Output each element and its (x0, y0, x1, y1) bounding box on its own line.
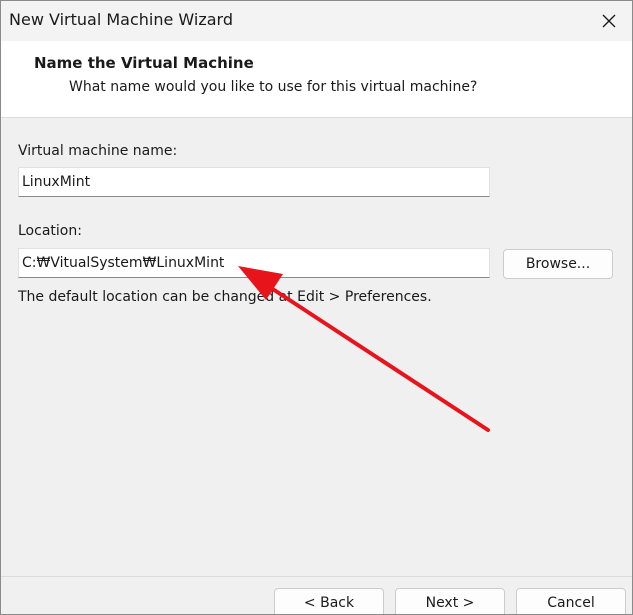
page-subtitle: What name would you like to use for this… (69, 79, 478, 95)
vm-name-input[interactable]: LinuxMint (18, 167, 490, 197)
title-bar: New Virtual Machine Wizard (1, 1, 632, 41)
location-input[interactable]: C:₩VitualSystem₩LinuxMint (18, 248, 490, 278)
vm-name-label: Virtual machine name: (18, 143, 178, 159)
close-button[interactable] (586, 1, 632, 41)
location-label: Location: (18, 223, 82, 239)
location-hint: The default location can be changed at E… (18, 289, 432, 305)
window-title: New Virtual Machine Wizard (9, 10, 233, 29)
wizard-window: New Virtual Machine Wizard Name the Virt… (0, 0, 633, 615)
footer-divider (1, 576, 632, 577)
page-title: Name the Virtual Machine (34, 54, 254, 72)
back-button[interactable]: < Back (274, 588, 384, 614)
header-panel: Name the Virtual Machine What name would… (1, 41, 632, 118)
browse-button[interactable]: Browse... (503, 249, 613, 279)
cancel-button[interactable]: Cancel (516, 588, 626, 614)
close-icon (602, 14, 616, 28)
content-panel: Virtual machine name: LinuxMint Location… (1, 118, 632, 576)
next-button[interactable]: Next > (395, 588, 505, 614)
